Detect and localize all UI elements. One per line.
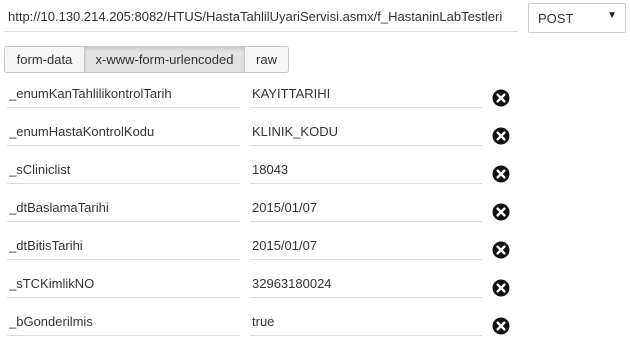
close-circle-icon[interactable]: [492, 203, 510, 221]
chevron-down-icon: ▼: [607, 10, 617, 21]
params-list: [0, 78, 630, 344]
tab-label: x-www-form-urlencoded: [95, 52, 234, 67]
param-value-input[interactable]: [250, 308, 482, 336]
param-value-input[interactable]: [250, 194, 482, 222]
param-key-input[interactable]: [7, 232, 240, 260]
param-row: [0, 306, 630, 344]
tab-form-data[interactable]: form-data: [4, 46, 85, 73]
param-value-input[interactable]: [250, 232, 482, 260]
param-row: [0, 154, 630, 192]
tab-raw[interactable]: raw: [244, 46, 289, 73]
method-select[interactable]: POST ▼: [528, 3, 626, 33]
param-row: [0, 116, 630, 154]
param-key-input[interactable]: [7, 156, 240, 184]
body-type-tabs: form-data x-www-form-urlencoded raw: [4, 46, 289, 73]
method-label: POST: [538, 11, 574, 26]
param-row: [0, 78, 630, 116]
close-circle-icon[interactable]: [492, 241, 510, 259]
param-value-input[interactable]: [250, 80, 482, 108]
param-value-input[interactable]: [250, 156, 482, 184]
param-row: [0, 192, 630, 230]
close-circle-icon[interactable]: [492, 317, 510, 335]
close-circle-icon[interactable]: [492, 165, 510, 183]
param-key-input[interactable]: [7, 80, 240, 108]
param-key-input[interactable]: [7, 270, 240, 298]
param-key-input[interactable]: [7, 194, 240, 222]
param-row: [0, 230, 630, 268]
tab-label: form-data: [16, 52, 73, 67]
tab-x-www-form-urlencoded[interactable]: x-www-form-urlencoded: [84, 46, 245, 73]
param-row: [0, 268, 630, 306]
param-key-input[interactable]: [7, 308, 240, 336]
tab-label: raw: [256, 52, 277, 67]
request-bar: POST ▼: [0, 0, 630, 38]
url-input[interactable]: [4, 2, 518, 32]
param-key-input[interactable]: [7, 118, 240, 146]
close-circle-icon[interactable]: [492, 127, 510, 145]
close-circle-icon[interactable]: [492, 89, 510, 107]
param-value-input[interactable]: [250, 270, 482, 298]
param-value-input[interactable]: [250, 118, 482, 146]
close-circle-icon[interactable]: [492, 279, 510, 297]
